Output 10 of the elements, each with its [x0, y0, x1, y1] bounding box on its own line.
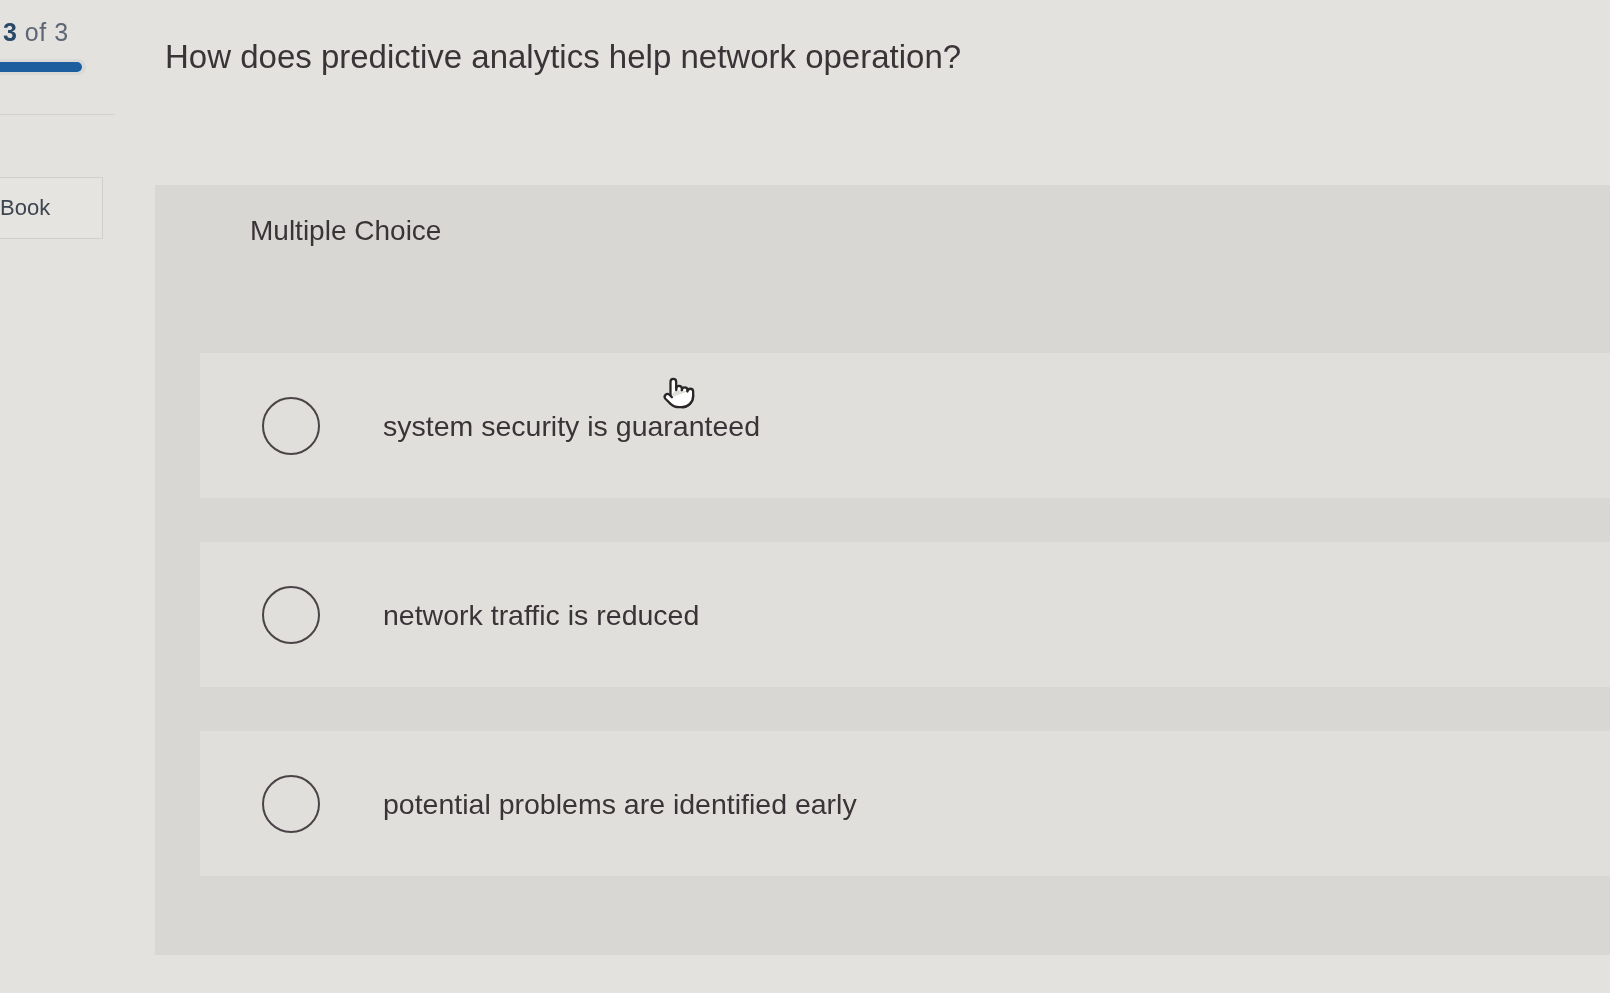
book-tab[interactable]: Book [0, 177, 103, 239]
question-counter: 3 of 3 [2, 18, 69, 46]
answer-option-text: network traffic is reduced [383, 597, 700, 632]
answer-option-text: system security is guaranteed [383, 408, 760, 443]
question-type-label: Multiple Choice [250, 215, 442, 247]
radio-button[interactable] [262, 774, 320, 833]
question-text: How does predictive analytics help network operation? [165, 37, 962, 77]
radio-button[interactable] [262, 396, 320, 455]
answer-option-text: potential problems are identified early [383, 786, 857, 821]
radio-button[interactable] [262, 585, 320, 644]
